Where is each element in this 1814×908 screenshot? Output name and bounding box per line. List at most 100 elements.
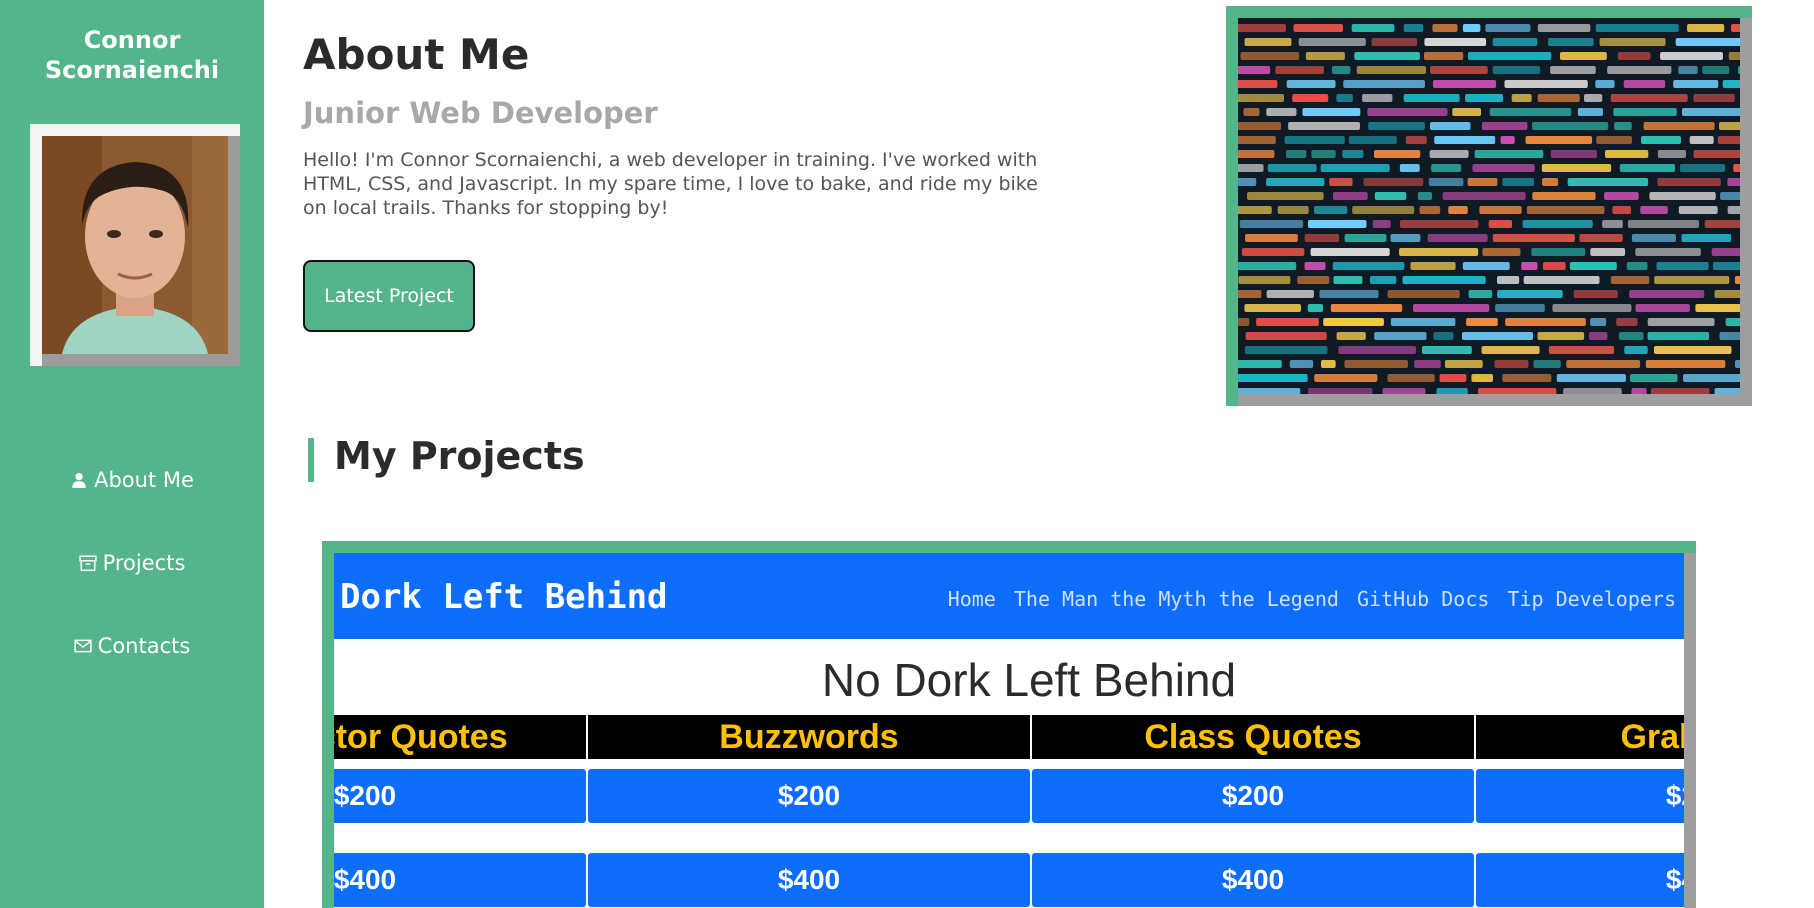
code-texture-stroke <box>1654 276 1730 284</box>
code-texture-stroke <box>1657 150 1686 158</box>
portrait-frame <box>30 124 240 366</box>
code-texture-stroke <box>1284 136 1345 144</box>
code-texture-stroke <box>1434 136 1496 144</box>
code-texture-stroke <box>1573 290 1618 298</box>
code-texture-stroke <box>1448 206 1468 214</box>
code-texture-stroke <box>1403 24 1424 32</box>
code-texture-stroke <box>1675 38 1740 46</box>
code-texture-stroke <box>1569 262 1617 270</box>
code-texture-stroke <box>1734 276 1740 284</box>
code-texture-stroke <box>1289 360 1314 368</box>
code-texture-stroke <box>1492 234 1575 242</box>
archive-icon <box>78 555 97 572</box>
code-texture-stroke <box>1302 108 1361 116</box>
code-texture-stroke <box>1238 80 1278 88</box>
code-texture-stroke <box>1537 94 1580 102</box>
preview-category: Buzzwords <box>588 715 1030 759</box>
code-texture-stroke <box>1502 374 1552 382</box>
code-texture-stroke <box>1238 262 1297 270</box>
code-texture-stroke <box>1467 52 1552 60</box>
code-texture-stroke <box>1631 234 1676 242</box>
code-texture-stroke <box>1489 108 1572 116</box>
code-texture-stroke <box>1567 178 1649 186</box>
code-texture-stroke <box>1627 220 1700 228</box>
code-texture-stroke <box>1452 108 1482 116</box>
code-texture-stroke <box>1297 276 1330 284</box>
nav-about-me[interactable]: About Me <box>0 468 264 492</box>
code-texture-stroke <box>1424 38 1487 46</box>
code-texture-stroke <box>1617 52 1651 60</box>
code-texture-stroke <box>1431 164 1462 172</box>
code-texture-stroke <box>1496 276 1520 284</box>
preview-value-cell: $200 <box>1476 769 1684 823</box>
nav-projects-label: Projects <box>102 551 186 575</box>
code-texture-stroke <box>1430 122 1471 130</box>
code-texture-stroke <box>1640 136 1681 144</box>
bio-text: Hello! I'm Connor Scornaienchi, a web de… <box>303 149 1038 219</box>
code-texture-stroke <box>1727 206 1740 214</box>
code-texture-stroke <box>1414 360 1441 368</box>
code-texture-stroke <box>1432 80 1497 88</box>
code-texture-stroke <box>1266 290 1314 298</box>
preview-category: Class Quotes <box>1032 715 1474 759</box>
code-texture-stroke <box>1532 122 1609 130</box>
code-texture-stroke <box>1731 24 1740 32</box>
code-texture-stroke <box>1307 304 1324 312</box>
code-texture-stroke <box>1640 206 1668 214</box>
code-texture-stroke <box>1635 304 1690 312</box>
code-texture-stroke <box>1436 388 1468 394</box>
code-texture-stroke <box>1734 360 1740 368</box>
code-texture-stroke <box>1442 192 1526 200</box>
code-texture-stroke <box>1266 178 1325 186</box>
project-preview: Dork Left Behind Home The Man the Myth t… <box>334 553 1684 908</box>
projects-title: My Projects <box>334 434 585 478</box>
preview-value-cell: $200 <box>1032 769 1474 823</box>
code-texture-stroke <box>1310 248 1390 256</box>
preview-category: Instructor Quotes <box>334 715 586 759</box>
code-texture-stroke <box>1548 38 1594 46</box>
code-texture-stroke <box>1238 66 1271 74</box>
profile-photo <box>42 136 228 354</box>
code-texture-stroke <box>1678 66 1698 74</box>
code-texture-stroke <box>1354 52 1420 60</box>
code-texture-stroke <box>1673 80 1719 88</box>
code-texture-stroke <box>1374 332 1427 340</box>
preview-value-cell: $200 <box>588 769 1030 823</box>
code-texture-stroke <box>1650 388 1710 394</box>
code-texture-stroke <box>1649 192 1716 200</box>
code-texture-stroke <box>1719 332 1740 340</box>
code-texture-stroke <box>1693 150 1740 158</box>
preview-value-cell: $400 <box>1476 853 1684 907</box>
preview-value-row: $400 $400 $400 $400 <box>334 853 1684 907</box>
code-texture-stroke <box>1479 206 1522 214</box>
code-texture-stroke <box>1331 66 1351 74</box>
code-texture-stroke <box>1629 374 1678 382</box>
preview-link-home: Home <box>947 587 996 611</box>
code-texture-stroke <box>1371 38 1418 46</box>
code-texture-stroke <box>1466 318 1498 326</box>
preview-value-row: $200 $200 $200 $200 <box>334 769 1684 823</box>
code-texture-stroke <box>1336 332 1366 340</box>
code-texture-stroke <box>1610 276 1650 284</box>
code-texture-stroke <box>1584 94 1603 102</box>
code-texture-stroke <box>1238 276 1291 284</box>
code-texture-stroke <box>1481 122 1528 130</box>
code-texture-stroke <box>1563 388 1622 394</box>
code-texture-stroke <box>1533 360 1561 368</box>
code-texture-stroke <box>1618 332 1644 340</box>
code-texture-stroke <box>1399 248 1479 256</box>
latest-project-button[interactable]: Latest Project <box>303 260 475 332</box>
code-texture-stroke <box>1238 206 1272 214</box>
code-texture-stroke <box>1548 346 1615 354</box>
code-texture-stroke <box>1277 206 1309 214</box>
code-texture-stroke <box>1238 178 1257 186</box>
code-texture-stroke <box>1367 108 1448 116</box>
code-texture-stroke <box>1348 136 1397 144</box>
nav-projects[interactable]: Projects <box>0 551 264 575</box>
nav-contacts[interactable]: Contacts <box>0 634 264 658</box>
project-preview-frame[interactable]: Dork Left Behind Home The Man the Myth t… <box>322 541 1696 908</box>
code-texture-stroke <box>1462 24 1481 32</box>
code-texture-stroke <box>1244 304 1301 312</box>
code-texture-stroke <box>1590 318 1607 326</box>
code-texture-stroke <box>1614 122 1632 130</box>
